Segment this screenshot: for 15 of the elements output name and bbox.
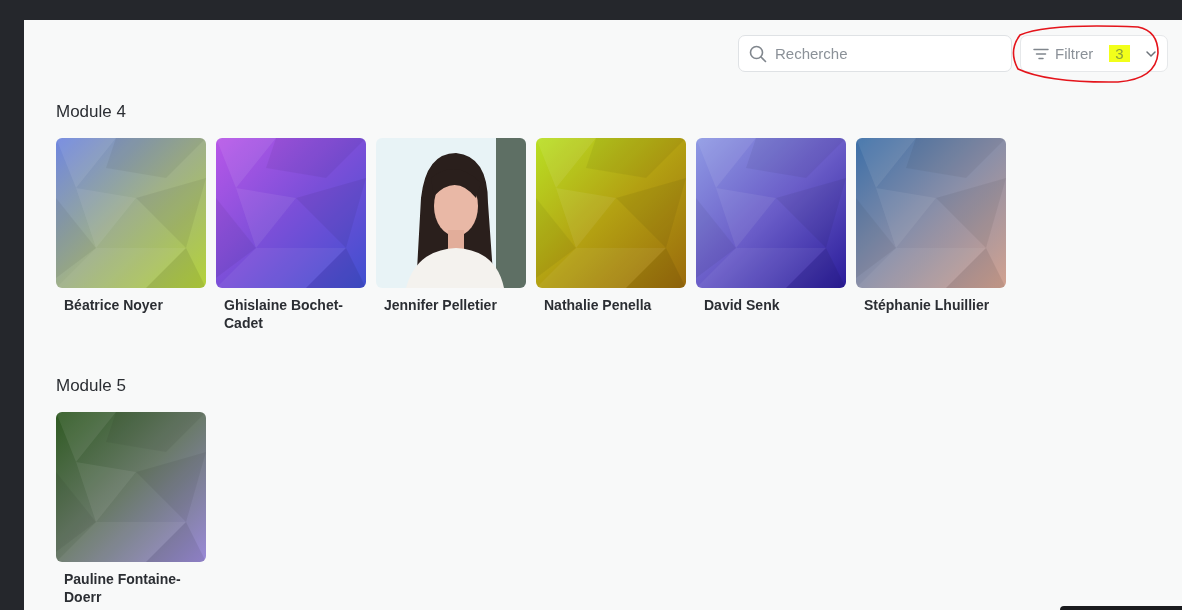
member-name[interactable]: Béatrice Noyer xyxy=(64,296,198,314)
filter-icon xyxy=(1033,47,1049,60)
search-field[interactable]: Recherche xyxy=(738,35,1012,72)
filter-label: Filtrer xyxy=(1055,45,1094,62)
member-name[interactable]: Ghislaine Bochet-Cadet xyxy=(224,296,358,332)
member-name[interactable]: Nathalie Penella xyxy=(544,296,678,314)
module-heading: Module 4 xyxy=(56,102,127,122)
chevron-down-icon xyxy=(1145,49,1157,58)
member-name[interactable]: Jennifer Pelletier xyxy=(384,296,518,314)
search-icon xyxy=(749,45,767,63)
module-heading: Module 5 xyxy=(56,376,127,396)
member-name[interactable]: Pauline Fontaine-Doerr xyxy=(64,570,198,606)
member-name[interactable]: David Senk xyxy=(704,296,838,314)
filter-count: 3 xyxy=(1109,45,1130,62)
member-name[interactable]: Stéphanie Lhuillier xyxy=(864,296,998,314)
